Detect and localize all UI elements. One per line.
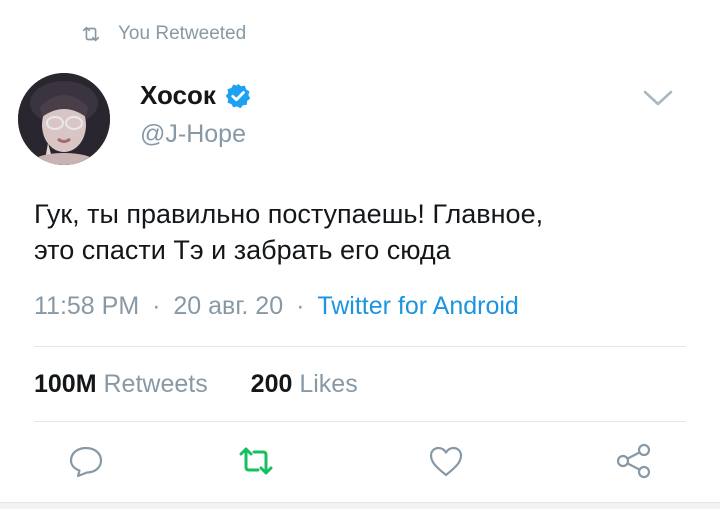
retweets-count: 100M xyxy=(34,370,97,398)
verified-badge-icon xyxy=(225,83,251,108)
retweet-header-label: You Retweeted xyxy=(118,23,247,44)
like-button[interactable] xyxy=(426,441,466,481)
likes-label: Likes xyxy=(299,370,358,398)
divider xyxy=(34,346,686,347)
tweet-time: 11:58 PM xyxy=(34,292,140,320)
user-name-row[interactable]: Хосок xyxy=(140,80,252,111)
retweet-icon xyxy=(239,447,273,475)
tweet-text: Гук, ты правильно поступаешь! Главное, э… xyxy=(34,196,684,268)
tweet-stats: 100M Retweets 200 Likes xyxy=(34,370,358,399)
retweet-button[interactable] xyxy=(236,441,276,481)
tweet-meta: 11:58 PM · 20 авг. 20 · Twitter for Andr… xyxy=(34,292,519,321)
share-icon xyxy=(616,443,651,479)
retweets-label: Retweets xyxy=(103,370,208,398)
reply-icon xyxy=(69,446,103,478)
chevron-down-icon[interactable] xyxy=(640,82,676,112)
tweet-date: 20 авг. 20 xyxy=(173,292,284,320)
tweet-text-line-2: это спасти Тэ и забрать его сюда xyxy=(34,235,451,265)
user-handle[interactable]: @J-Hope xyxy=(140,120,246,149)
meta-separator: · xyxy=(296,292,305,320)
like-icon xyxy=(429,446,463,477)
tweet-source-link[interactable]: Twitter for Android xyxy=(317,292,518,320)
reply-button[interactable] xyxy=(66,441,106,481)
retweet-small-icon xyxy=(82,26,100,42)
retweet-header: You Retweeted xyxy=(80,22,246,46)
likes-count: 200 xyxy=(250,370,293,398)
retweets-stat[interactable]: 100M Retweets xyxy=(34,370,215,398)
tweet-text-line-1: Гук, ты правильно поступаешь! Главное, xyxy=(34,199,544,229)
likes-stat[interactable]: 200 Likes xyxy=(251,370,358,398)
avatar[interactable] xyxy=(18,73,110,165)
meta-separator: · xyxy=(152,292,161,320)
display-name[interactable]: Хосок xyxy=(140,80,216,111)
share-button[interactable] xyxy=(614,441,654,481)
divider xyxy=(34,421,686,422)
avatar-image xyxy=(18,73,110,165)
